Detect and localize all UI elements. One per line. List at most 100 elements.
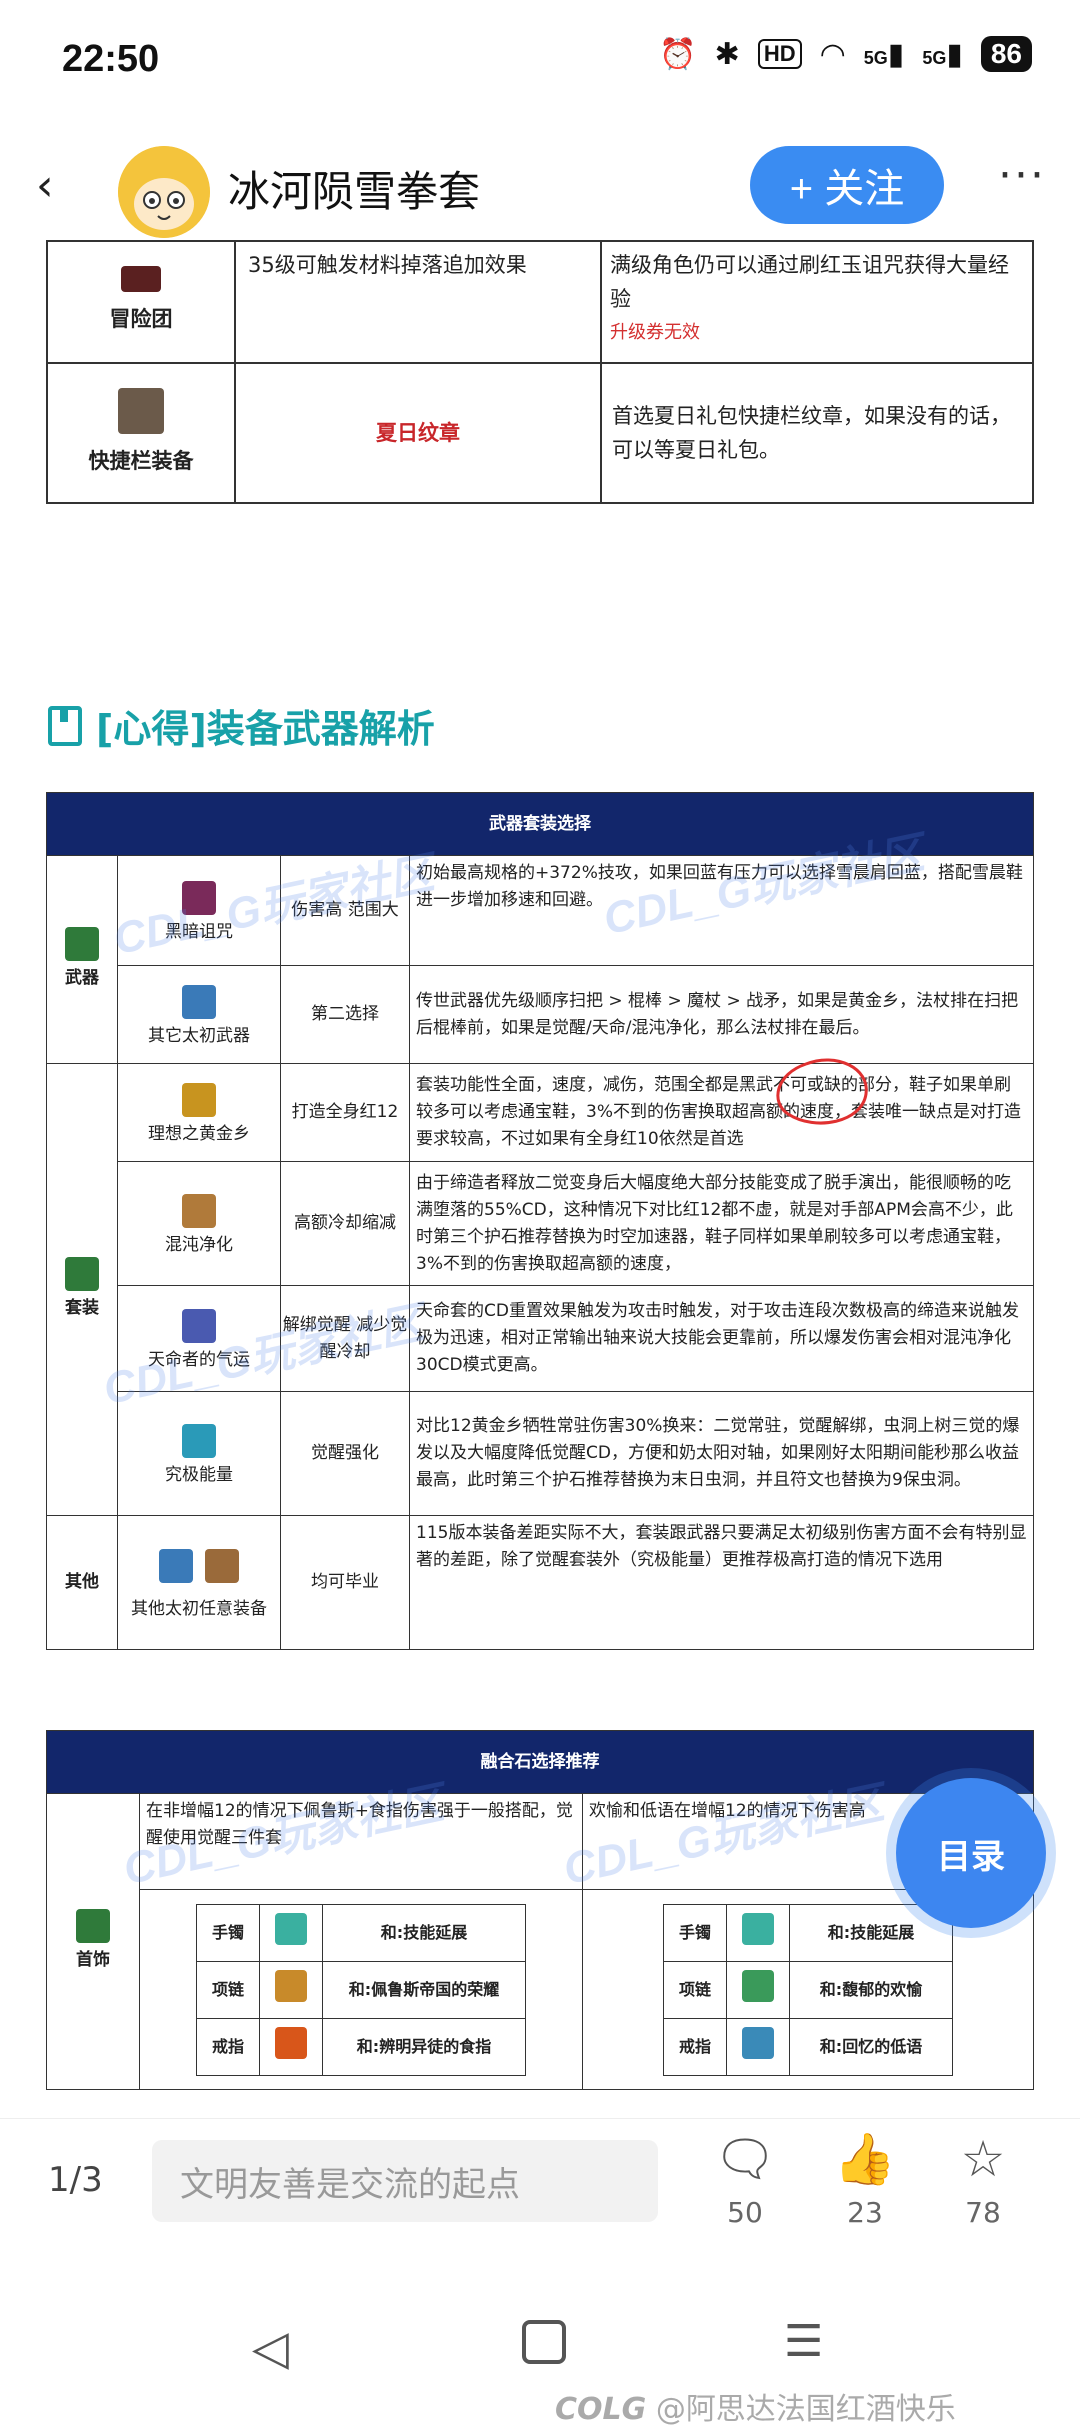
comment-input[interactable]: 文明友善是交流的起点 bbox=[152, 2140, 658, 2222]
desc-cell: 由于缔造者释放二觉变身后大幅度绝大部分技能变成了脱手演出，能很顺畅的吃满堕落的5… bbox=[409, 1161, 1034, 1286]
credit-watermark: COLG @阿思达法国红酒快乐 bbox=[555, 2384, 956, 2428]
fusion-stone-table: 融合石选择推荐 首饰 在非增幅12的情况下佩鲁斯+食指伤害强于一般搭配，觉醒使用… bbox=[46, 1730, 1034, 2090]
right-stone-table: 手镯 和:技能延展 项链 和:馥郁的欢愉 戒指 和:回忆的低语 bbox=[663, 1903, 953, 2076]
category-cell: 快捷栏装备 bbox=[46, 362, 236, 504]
alarm-icon: ⏰ bbox=[659, 37, 697, 71]
comment-button[interactable]: 🗨 50 bbox=[702, 2130, 788, 2229]
item-cell: 其他太初任意装备 bbox=[117, 1515, 281, 1650]
category-label: 冒险团 bbox=[109, 307, 173, 331]
item-label: 究极能量 bbox=[165, 1465, 233, 1485]
category-label: 快捷栏装备 bbox=[88, 449, 194, 473]
stone-row: 项链 和:馥郁的欢愉 bbox=[663, 1960, 953, 2019]
category-weapon: 武器 bbox=[46, 855, 118, 1064]
status-time: 22:50 bbox=[62, 38, 160, 80]
stone-icon bbox=[726, 2017, 790, 2076]
table-title: 融合石选择推荐 bbox=[46, 1730, 1034, 1794]
more-options-icon[interactable]: ··· bbox=[998, 150, 1046, 201]
hd-icon: HD bbox=[757, 39, 802, 69]
armor-icon bbox=[65, 1257, 99, 1291]
table-row: 套装 理想之黄金乡 打造全身红12 套装功能性全面，速度，减伤，范围全都是黑武不… bbox=[46, 1058, 1034, 1516]
nav-home-icon[interactable] bbox=[522, 2320, 566, 2364]
weapon-icon bbox=[182, 985, 216, 1019]
desc-cell: 传世武器优先级顺序扫把 > 棍棒 > 魔杖 > 战矛，如果是黄金乡，法杖排在扫把… bbox=[409, 965, 1034, 1064]
stone-row: 戒指 和:回忆的低语 bbox=[663, 2017, 953, 2076]
wifi-icon: ◠ bbox=[819, 37, 846, 71]
table-of-contents-button[interactable]: 目录 bbox=[896, 1778, 1046, 1928]
stone-row: 戒指 和:辨明异徒的食指 bbox=[196, 2017, 526, 2076]
slot-label: 项链 bbox=[196, 1960, 260, 2019]
left-stone-cell: 手镯 和:技能延展 项链 和:佩鲁斯帝国的荣耀 戒指 和:辨明异徒的食指 bbox=[139, 1889, 583, 2090]
category-set: 套装 bbox=[46, 1063, 118, 1516]
red-circle-annotation bbox=[776, 1058, 868, 1125]
middle-cell: 35级可触发材料掉落追加效果 bbox=[234, 240, 602, 364]
table-row: 手镯 和:技能延展 项链 和:佩鲁斯帝国的荣耀 戒指 和:辨明异徒的食指 手镯 和:技能… bbox=[47, 1889, 1034, 2090]
category-label: 武器 bbox=[65, 968, 99, 988]
stone-icon bbox=[259, 1960, 323, 2019]
stone-icon bbox=[726, 1960, 790, 2019]
joy-stone-icon bbox=[742, 1969, 774, 2002]
table-row: 究极能量 觉醒强化 对比12黄金乡牺牲常驻伤害30%换来：二觉常驻，觉醒解绑，虫… bbox=[47, 1391, 1034, 1516]
item-cell: 理想之黄金乡 bbox=[117, 1063, 281, 1162]
stone-name: 和:佩鲁斯帝国的荣耀 bbox=[322, 1960, 526, 2019]
desc-cell: 115版本装备差距实际不大，套装跟武器只要满足太初级别伤害方面不会有特别显著的差… bbox=[409, 1515, 1034, 1650]
right-note: 升级券无效 bbox=[610, 322, 700, 343]
item-cell: 混沌净化 bbox=[117, 1161, 281, 1286]
adventure-group-icon bbox=[121, 266, 161, 292]
right-cell: 首选夏日礼包快捷栏纹章，如果没有的话，可以等夏日礼包。 bbox=[600, 362, 1034, 504]
colg-logo: COLG bbox=[555, 2392, 647, 2427]
category-label: 首饰 bbox=[76, 1950, 110, 1970]
perus-glory-icon bbox=[275, 1969, 307, 2002]
nav-menu-icon[interactable]: ☰ bbox=[784, 2316, 823, 2367]
effect-cell: 打造全身红12 bbox=[280, 1063, 410, 1162]
page-title: 冰河陨雪拳套 bbox=[228, 167, 481, 216]
stone-row: 项链 和:佩鲁斯帝国的荣耀 bbox=[196, 1960, 526, 2019]
avatar[interactable] bbox=[118, 146, 210, 238]
ring-icon bbox=[76, 1909, 110, 1943]
back-arrow-icon[interactable]: ‹ bbox=[36, 160, 54, 211]
favorite-count: 78 bbox=[965, 2196, 1001, 2229]
category-other: 其他 bbox=[46, 1515, 118, 1650]
other-armor-icon bbox=[205, 1548, 239, 1583]
like-button[interactable]: 👍 23 bbox=[822, 2130, 908, 2229]
chaos-armor-icon bbox=[182, 1194, 216, 1228]
item-label: 其他太初任意装备 bbox=[131, 1598, 267, 1619]
item-cell: 其它太初武器 bbox=[117, 965, 281, 1064]
section-title-text: [心得]装备武器解析 bbox=[96, 707, 435, 751]
sword-icon bbox=[65, 927, 99, 961]
section-title: [心得]装备武器解析 bbox=[48, 698, 435, 753]
middle-cell: 夏日纹章 bbox=[234, 362, 602, 504]
slot-label: 戒指 bbox=[196, 2017, 260, 2076]
stone-row: 手镯 和:技能延展 bbox=[663, 1903, 953, 1962]
table-row: 其它太初武器 第二选择 传世武器优先级顺序扫把 > 棍棒 > 魔杖 > 战矛，如… bbox=[47, 965, 1034, 1064]
status-bar: 22:50 ⏰ ✱ HD ◠ 5G▮ 5G▮ 86 bbox=[0, 0, 1080, 120]
other-gear-icons bbox=[119, 1543, 279, 1596]
index-finger-icon bbox=[275, 2026, 307, 2059]
slot-label: 戒指 bbox=[663, 2017, 727, 2076]
effect-cell: 第二选择 bbox=[280, 965, 410, 1064]
stone-name: 和:辨明异徒的食指 bbox=[322, 2017, 526, 2076]
follow-button[interactable]: + 关注 bbox=[750, 146, 944, 224]
table-row: 其他 其他太初任意装备 均可毕业 115版本装备差距实际不大，套装跟武器只要满足… bbox=[46, 1515, 1034, 1650]
adventure-table: 冒险团 35级可触发材料掉落追加效果 满级角色仍可以通过刷红玉诅咒获得大量经验 … bbox=[46, 240, 1034, 504]
nav-back-icon[interactable]: ◁ bbox=[252, 2320, 289, 2376]
right-cell: 满级角色仍可以通过刷红玉诅咒获得大量经验 升级券无效 bbox=[600, 240, 1034, 364]
desc-cell: 对比12黄金乡牺牲常驻伤害30%换来：二觉常驻，觉醒解绑，虫洞上树三觉的爆发以及… bbox=[409, 1391, 1034, 1516]
thumbs-up-icon: 👍 bbox=[833, 2130, 897, 2188]
table-row: 快捷栏装备 夏日纹章 首选夏日礼包快捷栏纹章，如果没有的话，可以等夏日礼包。 bbox=[46, 362, 1034, 504]
stone-name: 和:馥郁的欢愉 bbox=[789, 1960, 953, 2019]
battery-indicator: 86 bbox=[980, 36, 1032, 72]
status-icons: ⏰ ✱ HD ◠ 5G▮ 5G▮ 86 bbox=[659, 36, 1032, 72]
category-label: 套装 bbox=[65, 1298, 99, 1318]
quickslot-equip-icon bbox=[118, 388, 164, 434]
page-indicator: 1/3 bbox=[48, 2160, 103, 2200]
favorite-button[interactable]: ☆ 78 bbox=[940, 2130, 1026, 2229]
stone-icon bbox=[259, 2017, 323, 2076]
right-text: 满级角色仍可以通过刷红玉诅咒获得大量经验 bbox=[610, 253, 1009, 311]
comment-icon: 🗨 bbox=[713, 2130, 777, 2188]
category-cell: 冒险团 bbox=[46, 240, 236, 364]
left-stone-table: 手镯 和:技能延展 项链 和:佩鲁斯帝国的荣耀 戒指 和:辨明异徒的食指 bbox=[196, 1903, 526, 2076]
ultimate-energy-icon bbox=[182, 1424, 216, 1458]
stone-icon bbox=[259, 1903, 323, 1962]
slot-label: 手镯 bbox=[196, 1903, 260, 1962]
item-label: 理想之黄金乡 bbox=[148, 1124, 250, 1144]
